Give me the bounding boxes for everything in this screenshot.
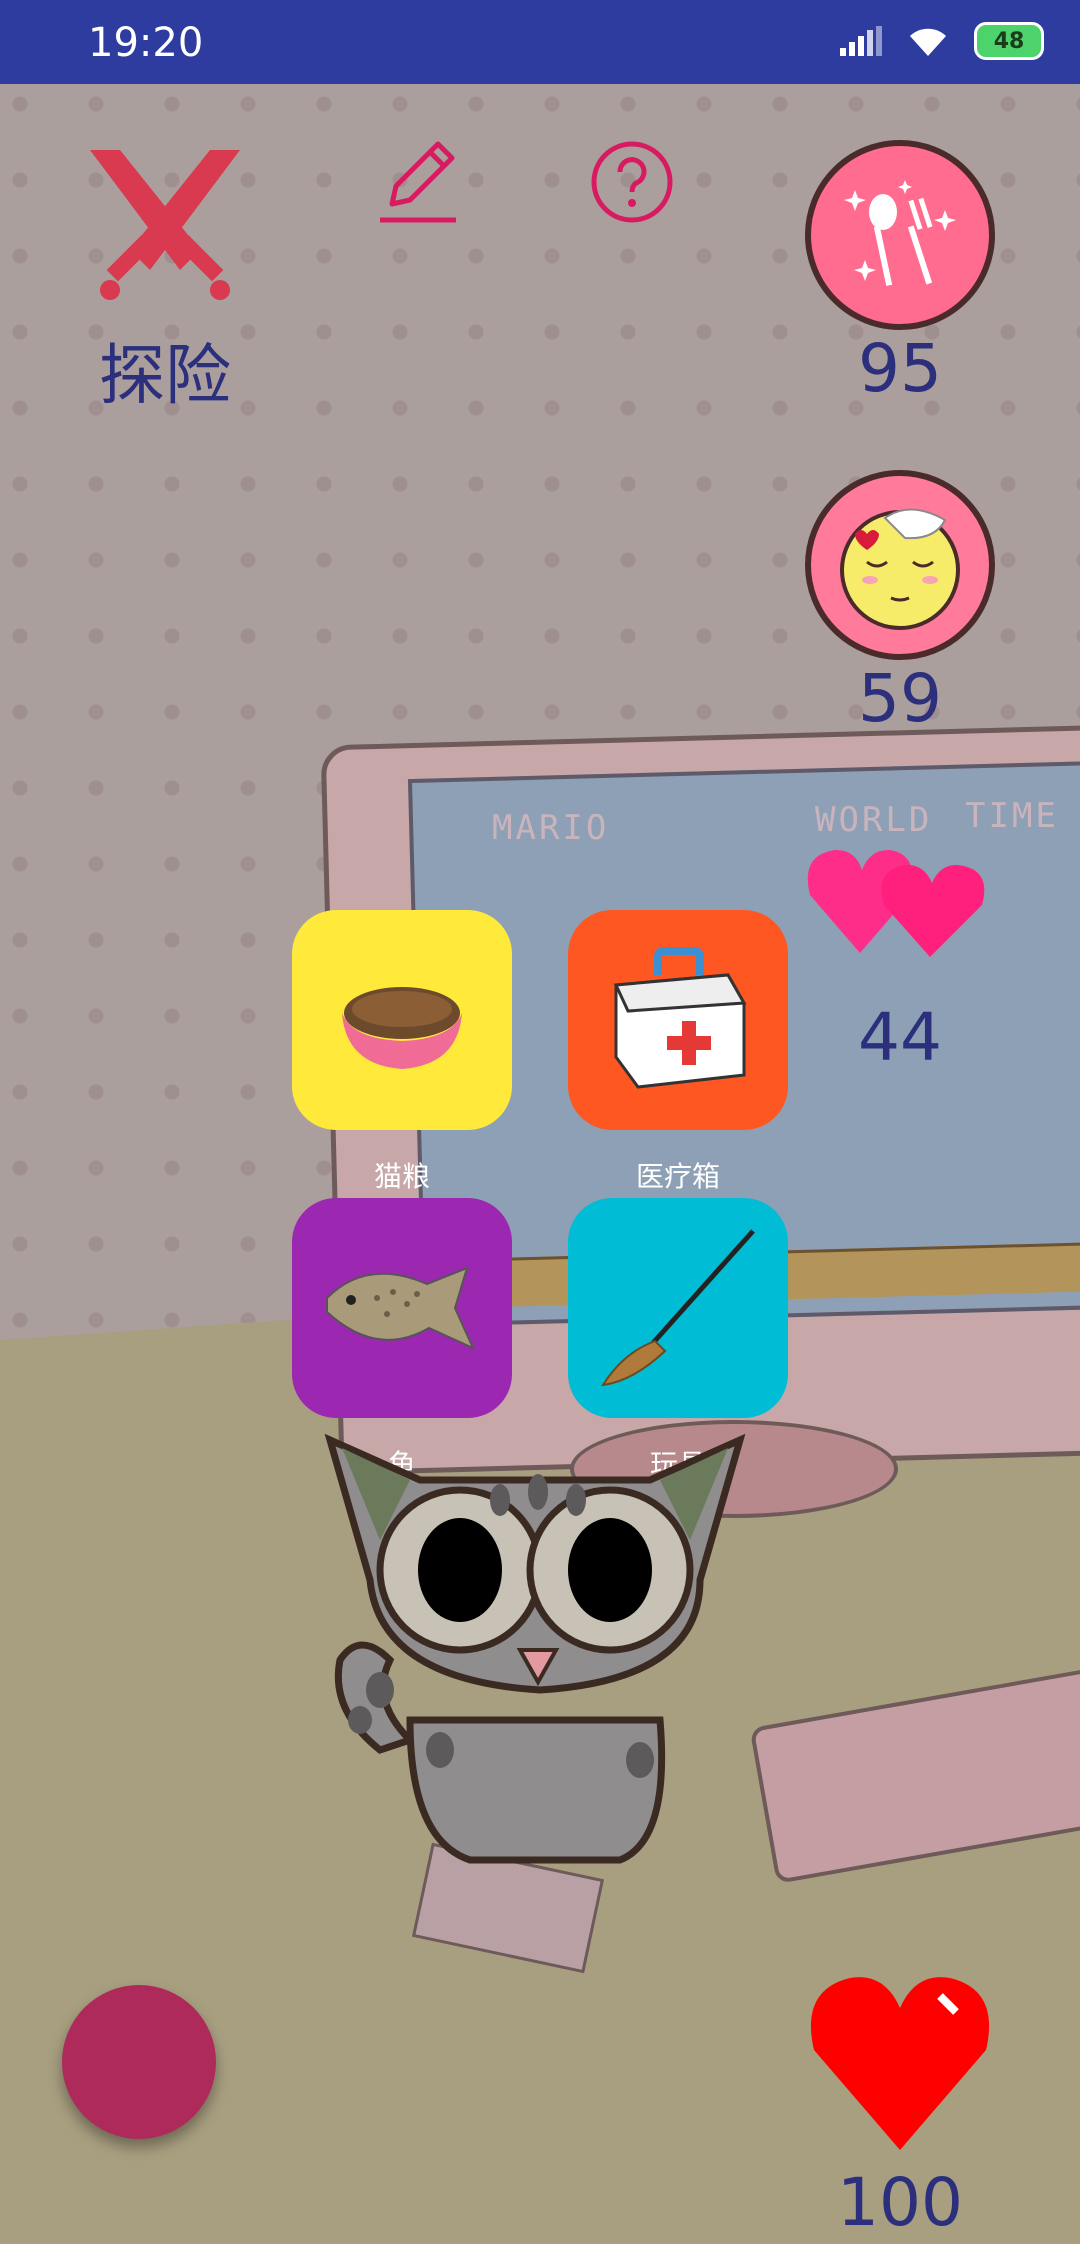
help-button[interactable] bbox=[590, 140, 674, 228]
hunger-badge bbox=[805, 140, 995, 330]
feather-wand-icon bbox=[601, 1229, 755, 1387]
mood-badge bbox=[805, 470, 995, 660]
utensils-icon bbox=[844, 180, 956, 286]
screen-text-mario: MARIO bbox=[492, 808, 610, 848]
affection-value: 44 bbox=[858, 999, 942, 1076]
explore-button[interactable]: 探险 bbox=[70, 140, 260, 418]
affection-stat: 44 bbox=[800, 835, 1000, 1076]
first-aid-kit-icon bbox=[613, 947, 747, 1089]
help-circle-icon bbox=[591, 141, 673, 223]
crossed-swords-icon bbox=[90, 150, 240, 300]
screen-text-world: WORLD bbox=[815, 800, 933, 840]
status-bar: 19:20 48 bbox=[0, 0, 1080, 84]
pencil-icon bbox=[380, 141, 456, 223]
action-button[interactable] bbox=[62, 1985, 216, 2139]
heart-icon bbox=[810, 1977, 990, 2150]
edit-button[interactable] bbox=[376, 136, 460, 230]
signal-icon bbox=[840, 26, 882, 56]
pet-cat[interactable] bbox=[320, 1420, 760, 1880]
mood-stat: 59 bbox=[800, 470, 1000, 737]
screen-text-time: TIME bbox=[965, 796, 1059, 836]
status-time: 19:20 bbox=[88, 20, 204, 66]
item-first-aid-kit[interactable] bbox=[568, 910, 788, 1130]
item-cat-food-label: 猫粮 bbox=[373, 1160, 430, 1193]
status-icons: 48 bbox=[840, 22, 1044, 60]
mood-value: 59 bbox=[858, 660, 942, 737]
explore-label: 探险 bbox=[99, 337, 231, 414]
wifi-icon bbox=[910, 28, 946, 56]
fish-icon bbox=[326, 1266, 475, 1351]
cat-food-bowl-icon bbox=[342, 987, 462, 1069]
health-stat: 100 bbox=[800, 1960, 1000, 2241]
item-cat-food[interactable] bbox=[292, 910, 512, 1130]
health-value: 100 bbox=[837, 2164, 963, 2241]
cat-icon bbox=[324, 1433, 746, 1864]
battery-indicator: 48 bbox=[974, 22, 1044, 60]
item-fish[interactable] bbox=[292, 1198, 512, 1418]
hunger-value: 95 bbox=[858, 330, 942, 407]
double-heart-icon bbox=[807, 849, 985, 957]
item-first-aid-kit-label: 医疗箱 bbox=[635, 1160, 720, 1193]
item-toy[interactable] bbox=[568, 1198, 788, 1418]
hunger-stat: 95 bbox=[800, 140, 1000, 407]
happy-face-icon bbox=[840, 508, 960, 630]
